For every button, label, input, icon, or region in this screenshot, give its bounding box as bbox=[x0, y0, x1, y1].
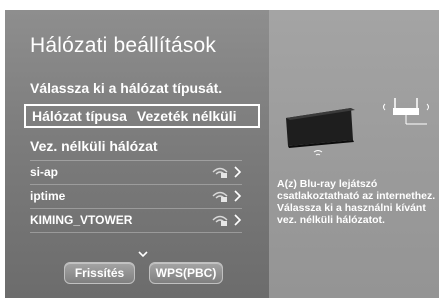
network-item-kiming-vtower[interactable]: KIMING_VTOWER bbox=[30, 209, 242, 231]
instruction-text: Válassza ki a hálózat típusát. bbox=[30, 80, 223, 96]
network-name: KIMING_VTOWER bbox=[30, 213, 133, 227]
network-item-si-ap[interactable]: si-ap bbox=[30, 161, 242, 183]
wifi-lock-icon bbox=[212, 215, 228, 226]
network-type-label: Hálózat típusa bbox=[32, 108, 127, 124]
network-item-iptime[interactable]: iptime bbox=[30, 185, 242, 207]
chevron-right-icon bbox=[234, 214, 242, 226]
refresh-button[interactable]: Frissítés bbox=[64, 262, 135, 284]
chevron-down-icon[interactable] bbox=[138, 250, 148, 258]
network-name: iptime bbox=[30, 189, 66, 203]
wireless-section-title: Vez. nélküli hálózat bbox=[30, 138, 158, 154]
page-title: Hálózati beállítások bbox=[30, 34, 217, 57]
divider bbox=[30, 232, 242, 233]
help-text: A(z) Blu-ray lejátszó csatlakoztatható a… bbox=[277, 178, 436, 226]
blu-ray-player-illustration bbox=[286, 98, 429, 156]
network-settings-screen: Hálózati beállítások Válassza ki a hálóz… bbox=[5, 10, 439, 298]
chevron-right-icon bbox=[234, 190, 242, 202]
wifi-lock-icon bbox=[212, 191, 228, 202]
settings-panel: Hálózati beállítások Válassza ki a hálóz… bbox=[5, 10, 269, 298]
network-type-value: Vezeték nélküli bbox=[136, 108, 237, 124]
wps-button[interactable]: WPS(PBC) bbox=[149, 262, 223, 284]
network-name: si-ap bbox=[30, 165, 59, 179]
network-type-selector[interactable]: Hálózat típusa Vezeték nélküli bbox=[24, 104, 260, 128]
chevron-right-icon bbox=[234, 166, 242, 178]
info-panel: A(z) Blu-ray lejátszó csatlakoztatható a… bbox=[269, 10, 439, 298]
wifi-lock-icon bbox=[212, 167, 228, 178]
